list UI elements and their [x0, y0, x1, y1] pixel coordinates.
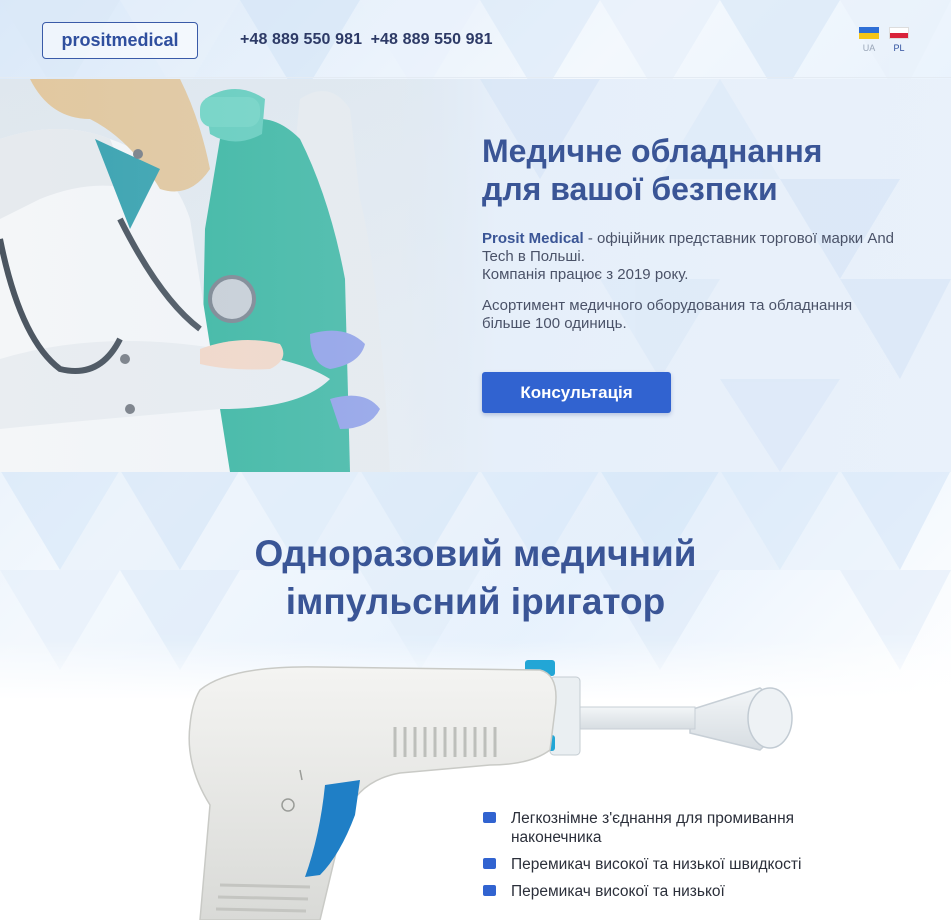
logo[interactable]: prositmedical — [42, 22, 198, 59]
list-item: Легкознімне з'єднання для промивання нак… — [483, 809, 803, 847]
poland-flag-icon — [889, 27, 909, 39]
product-title: Одноразовий медичний імпульсний іригатор — [254, 533, 697, 622]
company-description: Prosit Medical - офіційник представник т… — [482, 230, 895, 283]
list-item: Перемикач високої та низької швидкості — [483, 855, 803, 874]
hero-title: Медичне обладнання для вашої безпеки — [482, 133, 823, 207]
site-header: prositmedical +48 889 550 981 +48 889 55… — [0, 0, 951, 78]
phone-link[interactable]: +48 889 550 981 — [371, 31, 493, 48]
language-ua[interactable]: UA — [859, 27, 879, 53]
phone-link[interactable]: +48 889 550 981 — [240, 31, 362, 48]
language-code: UA — [862, 43, 876, 53]
consultation-button[interactable]: Консультація — [482, 372, 671, 413]
bullet-icon — [483, 858, 496, 869]
bullet-icon — [483, 885, 496, 896]
assortment-text: Асортимент медичного оборудования та обл… — [482, 297, 853, 332]
ukraine-flag-icon — [859, 27, 879, 39]
language-code: PL — [893, 43, 905, 53]
hero-section: Медичне обладнання для вашої безпеки Pro… — [0, 79, 951, 472]
language-pl[interactable]: PL — [889, 27, 909, 53]
brand-name: Prosit Medical — [482, 230, 584, 247]
bullet-icon — [483, 812, 496, 823]
phone-numbers: +48 889 550 981 +48 889 550 981 — [240, 31, 497, 49]
list-item: Перемикач високої та низької — [483, 882, 803, 901]
feature-list: Легкознімне з'єднання для промивання нак… — [483, 809, 803, 909]
